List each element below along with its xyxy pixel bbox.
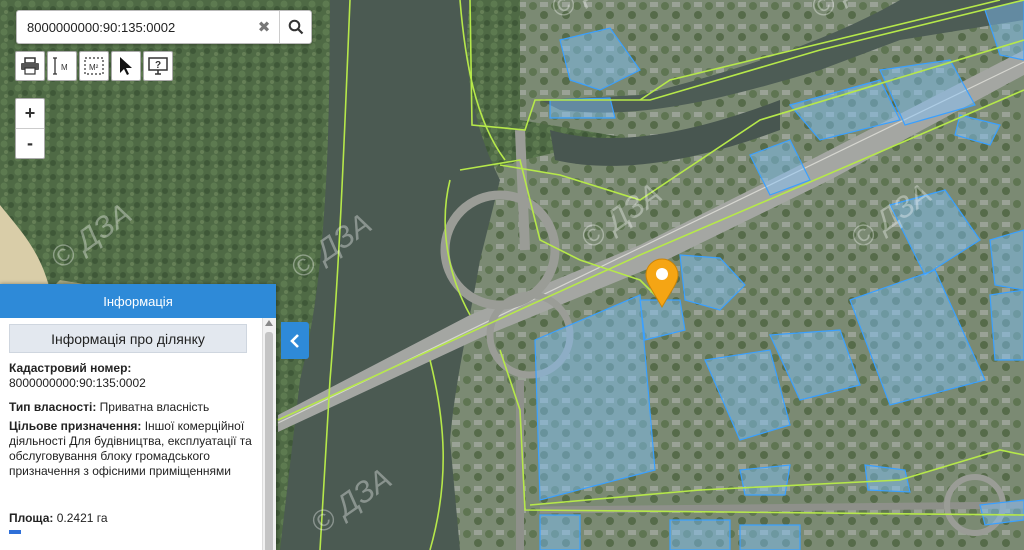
map-toolbar: M M² ? xyxy=(15,51,173,81)
zoom-out-button[interactable]: - xyxy=(16,128,44,158)
purpose-field: Цільове призначення: Іншої комерційної д… xyxy=(9,419,254,479)
purpose-label: Цільове призначення: xyxy=(9,419,142,433)
parcel-color-swatch xyxy=(9,530,21,534)
measure-distance-button[interactable]: M xyxy=(47,51,77,81)
ownership-label: Тип власності: xyxy=(9,400,97,414)
area-m2-icon: M² xyxy=(84,57,104,75)
select-button[interactable] xyxy=(111,51,141,81)
help-button[interactable]: ? xyxy=(143,51,173,81)
zoom-control: + - xyxy=(15,98,45,159)
measure-area-button[interactable]: M² xyxy=(79,51,109,81)
search-button[interactable] xyxy=(279,11,312,43)
collapse-panel-button[interactable] xyxy=(281,322,309,359)
printer-icon xyxy=(21,57,39,75)
svg-text:M²: M² xyxy=(89,63,99,72)
parcel-info-title: Інформація про ділянку xyxy=(9,324,247,353)
svg-text:?: ? xyxy=(155,60,161,71)
cadastral-number-field: Кадастровий номер: 8000000000:90:135:000… xyxy=(9,361,254,391)
chevron-left-icon xyxy=(290,333,299,348)
search-input[interactable] xyxy=(17,11,247,43)
area-label: Площа: xyxy=(9,511,54,525)
info-panel-scrollbar[interactable] xyxy=(262,318,276,550)
info-panel-body: Інформація про ділянку Кадастровий номер… xyxy=(0,318,276,550)
info-panel-header: Інформація xyxy=(0,284,276,318)
clear-search-button[interactable]: ✖ xyxy=(251,11,277,43)
zoom-in-button[interactable]: + xyxy=(16,99,44,128)
cadastral-number-label: Кадастровий номер: xyxy=(9,361,132,375)
print-button[interactable] xyxy=(15,51,45,81)
svg-text:M: M xyxy=(61,63,68,72)
ruler-m-icon: M xyxy=(53,57,68,75)
ownership-field: Тип власності: Приватна власність xyxy=(9,400,254,415)
cursor-arrow-icon xyxy=(120,57,132,75)
close-icon: ✖ xyxy=(257,19,271,36)
info-panel: Інформація Інформація про ділянку Кадаст… xyxy=(0,284,276,550)
cadastral-number-value: 8000000000:90:135:0002 xyxy=(9,376,146,390)
search-box: ✖ xyxy=(16,10,312,44)
area-value: 0.2421 га xyxy=(56,511,108,525)
search-icon xyxy=(288,19,304,35)
scroll-up-arrow-icon[interactable] xyxy=(265,320,273,326)
help-monitor-icon: ? xyxy=(148,57,168,75)
ownership-value: Приватна власність xyxy=(99,400,210,414)
scroll-thumb[interactable] xyxy=(265,332,273,550)
area-field: Площа: 0.2421 га xyxy=(9,511,254,526)
